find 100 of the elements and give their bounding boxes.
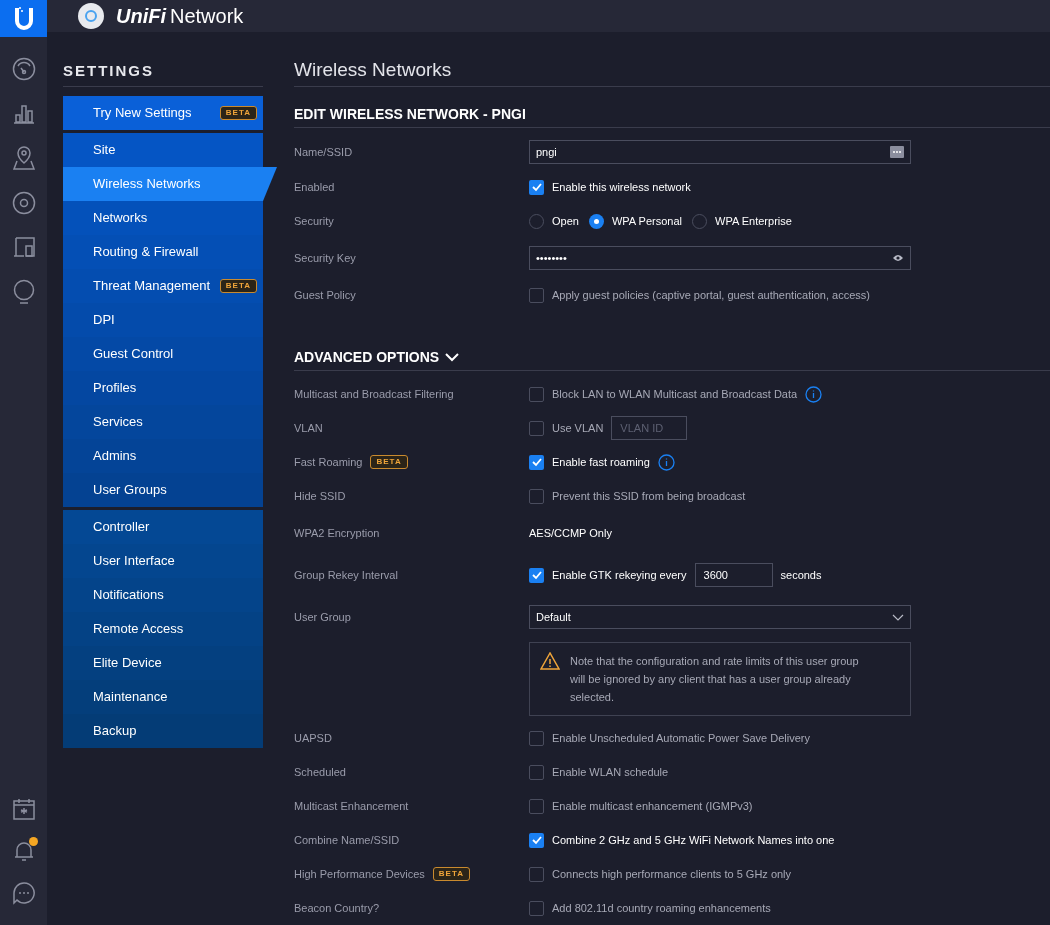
field-label: VLAN (294, 420, 323, 436)
field-label: Hide SSID (294, 488, 346, 504)
gauge-icon[interactable] (11, 57, 36, 81)
checkbox[interactable] (529, 832, 544, 848)
option-label: Enable WLAN schedule (552, 764, 669, 780)
menu-item[interactable]: Controller (63, 510, 263, 544)
checkbox[interactable] (529, 567, 544, 583)
field-label: Fast Roaming (294, 454, 363, 470)
checkbox[interactable] (529, 287, 544, 303)
checkbox[interactable] (529, 386, 544, 402)
logo-icon[interactable] (0, 0, 47, 37)
number-field[interactable]: VLAN ID (611, 416, 688, 440)
field-label: Scheduled (294, 764, 346, 780)
access-point-icon (78, 3, 104, 29)
menu-item[interactable]: Services (63, 405, 263, 439)
field-label: WPA2 Encryption (294, 525, 380, 541)
chat-bubble-icon[interactable] (11, 881, 36, 905)
field-label: Guest Policy (294, 287, 356, 303)
option-label: Prevent this SSID from being broadcast (552, 488, 746, 504)
number-field[interactable]: 3600 (694, 563, 773, 587)
menu-item[interactable]: Notifications (63, 578, 263, 612)
menu-item[interactable]: Site (63, 133, 263, 167)
info-icon[interactable] (805, 385, 823, 403)
menu-item[interactable]: Networks (63, 201, 263, 235)
menu-item[interactable]: Backup (63, 714, 263, 748)
option-label: Add 802.11d country roaming enhancements (552, 900, 771, 916)
field-label: Enabled (294, 179, 335, 195)
chevron-icon[interactable] (445, 352, 460, 362)
checkbox[interactable] (529, 420, 544, 436)
field-label: User Group (294, 609, 351, 625)
option-label: Enable multicast enhancement (IGMPv3) (552, 798, 753, 814)
map-pin-icon[interactable] (11, 145, 36, 171)
field-label: Security Key (294, 250, 356, 266)
field-label: Multicast and Broadcast Filtering (294, 386, 454, 402)
beta-badge: BETA (432, 867, 471, 881)
checkbox[interactable] (529, 488, 544, 504)
dropdown[interactable]: Default (529, 605, 911, 629)
option-label: Open (552, 213, 579, 229)
section-heading: ADVANCED OPTIONS (294, 347, 440, 367)
checkbox[interactable] (529, 454, 544, 470)
option-label: Combine 2 GHz and 5 GHz WiFi Network Names into one (552, 832, 835, 848)
unit-label: seconds (780, 567, 822, 583)
warning-icon (540, 652, 560, 670)
brand-name: UniFi (116, 4, 166, 29)
option-label: WPA Enterprise (715, 213, 792, 229)
beta-badge: BETA (219, 106, 257, 120)
checkbox[interactable] (529, 798, 544, 814)
product-name: Network (170, 4, 244, 29)
settings-heading: SETTINGS (63, 32, 263, 87)
field-label: Name/SSID (294, 144, 353, 160)
field-label: Group Rekey Interval (294, 567, 398, 583)
checkbox[interactable] (529, 764, 544, 780)
caret-icon (892, 613, 904, 621)
option-label: Enable fast roaming (552, 454, 650, 470)
menu-item[interactable]: DPI (63, 303, 263, 337)
menu-item[interactable]: Routing & Firewall (63, 235, 263, 269)
note-text: Note that the configuration and rate limits of this user group will be ignored by any client that has a user group already selected. (570, 654, 860, 705)
option-label: WPA Personal (611, 213, 683, 229)
field-label: Security (294, 213, 334, 229)
field-label: Combine Name/SSID (294, 832, 400, 848)
menu-item[interactable]: Maintenance (63, 680, 263, 714)
menu-item[interactable]: Elite Device (63, 646, 263, 680)
option-label: Use VLAN (552, 420, 604, 436)
info-icon[interactable] (657, 453, 675, 471)
field-label: Multicast Enhancement (294, 798, 409, 814)
checkbox[interactable] (529, 179, 544, 195)
input-field[interactable]: pngi (529, 140, 911, 164)
section-heading: EDIT WIRELESS NETWORK - PNGI (294, 104, 526, 124)
checkbox[interactable] (529, 866, 544, 882)
option-label: Block LAN to WLAN Multicast and Broadcast Data (552, 386, 798, 402)
field-label: UAPSD (294, 730, 332, 746)
eye-icon[interactable] (892, 254, 904, 262)
field-label: Beacon Country? (294, 900, 379, 916)
beta-badge: BETA (219, 279, 257, 293)
menu-item[interactable]: Threat Management BETA (63, 269, 263, 303)
menu-item[interactable]: User Interface (63, 544, 263, 578)
checkbox[interactable] (529, 900, 544, 916)
radio-button[interactable] (588, 213, 604, 229)
option-label: Apply guest policies (captive portal, guest authentication, access) (552, 287, 870, 303)
password-field[interactable]: •••••••• (529, 246, 911, 270)
option-label: Enable this wireless network (552, 179, 691, 195)
option-label: Enable GTK rekeying every (552, 567, 687, 583)
menu-item[interactable]: User Groups (63, 473, 263, 507)
bulb-icon[interactable] (11, 279, 36, 305)
menu-item[interactable]: Guest Control (63, 337, 263, 371)
circle-target-icon[interactable] (11, 191, 36, 215)
field-label: High Performance Devices (294, 866, 425, 882)
calendar-star-icon[interactable] (11, 797, 36, 821)
menu-item[interactable]: Remote Access (63, 612, 263, 646)
beta-badge: BETA (370, 455, 408, 469)
page-title: Wireless Networks (294, 32, 1050, 87)
option-label: Connects high performance clients to 5 GHz only (552, 866, 792, 882)
menu-item[interactable]: Admins (63, 439, 263, 473)
more-icon[interactable] (890, 146, 904, 158)
value-text: AES/CCMP Only (529, 525, 612, 541)
menu-item[interactable]: Profiles (63, 371, 263, 405)
option-label: Enable Unscheduled Automatic Power Save Delivery (552, 730, 811, 746)
menu-item[interactable]: Try New Settings BETA (63, 96, 263, 130)
checkbox[interactable] (529, 730, 544, 746)
devices-icon[interactable] (11, 235, 36, 259)
